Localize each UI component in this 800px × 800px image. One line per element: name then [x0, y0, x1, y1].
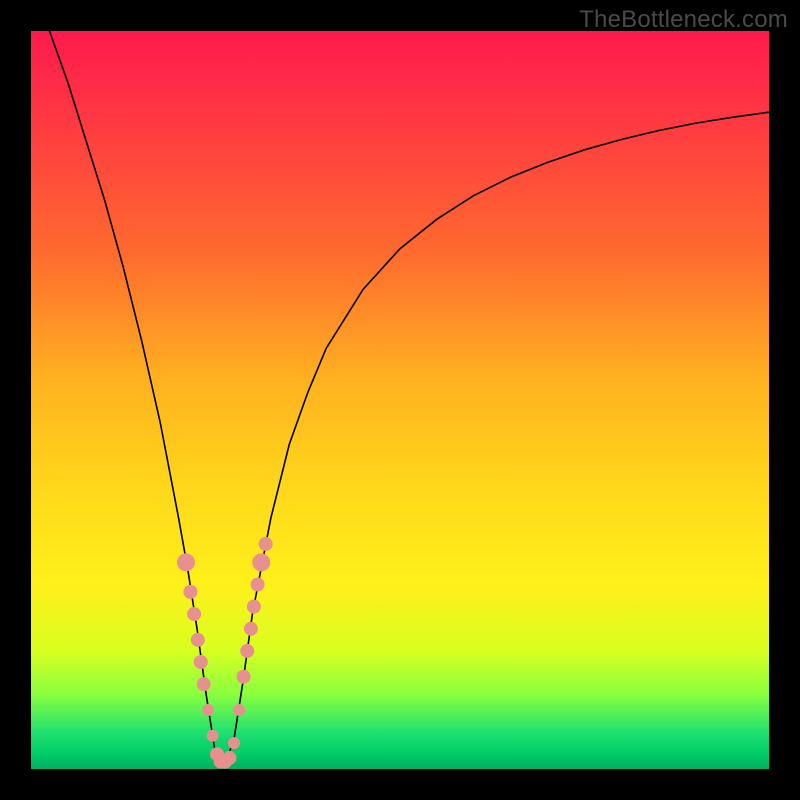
data-marker [247, 600, 261, 614]
data-markers [177, 537, 273, 769]
data-marker [183, 585, 197, 599]
data-marker [197, 677, 211, 691]
data-marker [207, 730, 219, 742]
data-marker [251, 578, 265, 592]
data-marker [223, 751, 237, 765]
data-marker [240, 644, 254, 658]
data-marker [187, 607, 201, 621]
chart-frame: TheBottleneck.com [0, 0, 800, 800]
data-marker [177, 553, 195, 571]
data-marker [228, 737, 240, 749]
bottleneck-curve [49, 31, 769, 765]
data-marker [233, 704, 245, 716]
data-marker [252, 553, 270, 571]
chart-overlay [31, 31, 769, 769]
data-marker [244, 622, 258, 636]
data-marker [202, 704, 214, 716]
data-marker [194, 655, 208, 669]
watermark-text: TheBottleneck.com [579, 6, 788, 34]
data-marker [259, 537, 273, 551]
data-marker [237, 670, 251, 684]
data-marker [191, 633, 205, 647]
